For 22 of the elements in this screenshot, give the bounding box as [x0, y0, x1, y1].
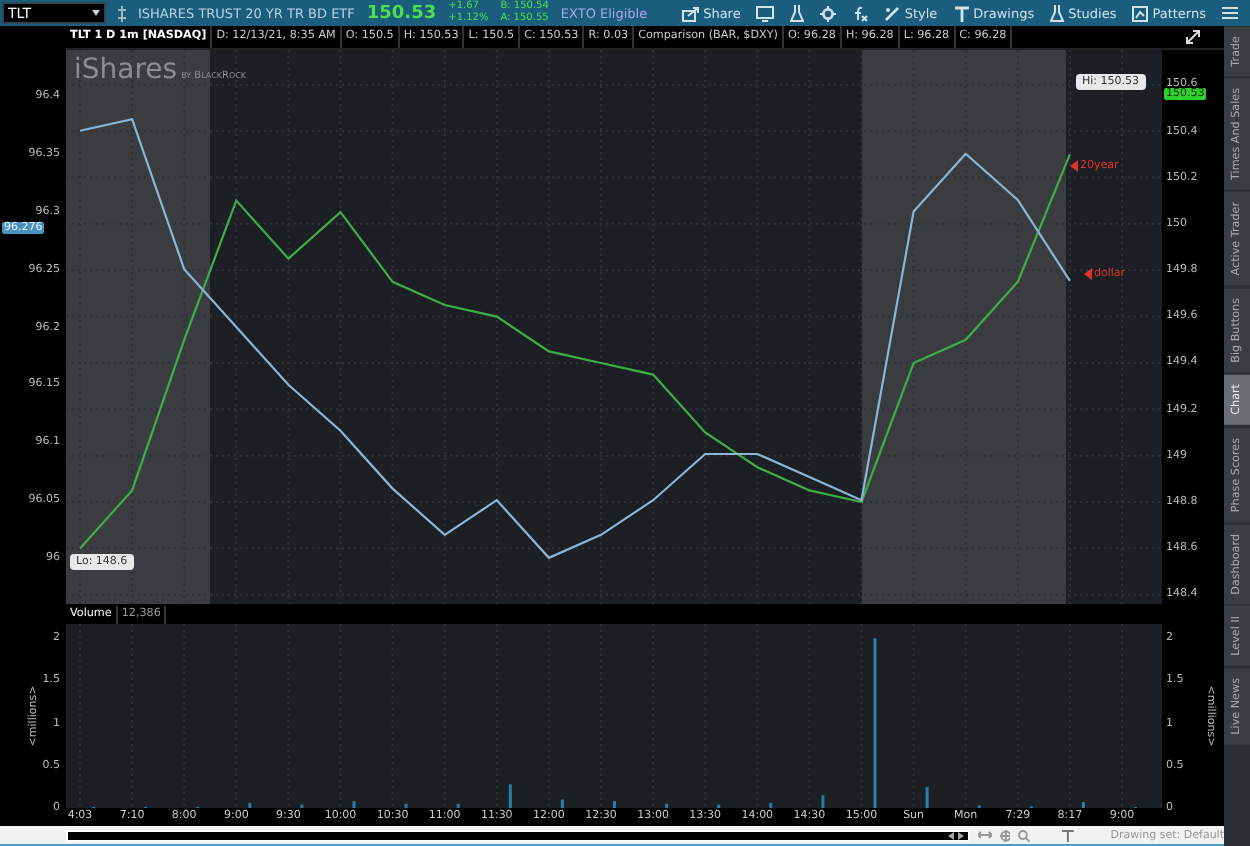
resize-icon[interactable]	[977, 830, 992, 840]
menu-icon	[1222, 6, 1238, 20]
text-tool-icon	[953, 5, 970, 21]
flask-icon	[790, 4, 805, 22]
brand-logo-text: iShares	[74, 54, 178, 86]
crosshair-icon[interactable]	[999, 829, 1011, 841]
horizontal-scrollbar[interactable]	[66, 829, 970, 841]
scroll-right-icon[interactable]	[957, 831, 964, 839]
share-icon	[681, 5, 700, 21]
scroll-left-icon[interactable]	[947, 831, 954, 839]
toolbar-icon-button[interactable]	[1216, 2, 1244, 24]
last-price: 150.53	[366, 3, 437, 23]
text-tool-icon[interactable]	[1062, 829, 1075, 841]
expand-icon[interactable]	[1186, 30, 1200, 44]
link-icon[interactable]	[118, 5, 126, 21]
pattern-icon	[1132, 5, 1149, 21]
zoom-icon[interactable]	[1018, 829, 1031, 841]
monitor-icon	[756, 5, 775, 21]
function-icon	[852, 5, 869, 21]
flask-icon	[1050, 4, 1065, 22]
settings-icon	[820, 5, 837, 21]
brush-icon	[884, 5, 901, 21]
